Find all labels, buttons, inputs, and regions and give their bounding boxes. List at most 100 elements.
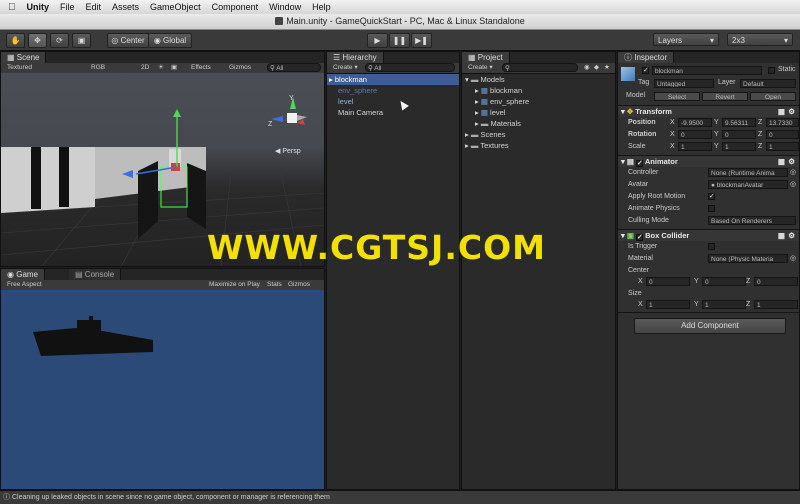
tab-inspector[interactable]: ⓘ Inspector (618, 52, 675, 63)
tab-console[interactable]: ▤ Console (69, 269, 122, 280)
scale-z-field[interactable]: 1 (766, 142, 799, 151)
scene-orientation-gizmo[interactable]: Y Z (267, 95, 311, 141)
help-book-icon[interactable]: ▦ (778, 156, 785, 167)
apple-icon[interactable]:  (8, 2, 16, 13)
tag-dropdown[interactable]: Untagged (654, 79, 714, 88)
hierarchy-item-env-sphere[interactable]: env_sphere (327, 85, 459, 96)
add-component-button[interactable]: Add Component (634, 318, 786, 334)
size-x-field[interactable]: 1 (646, 300, 690, 309)
aspect-dropdown[interactable]: Free Aspect (7, 280, 42, 290)
position-z-field[interactable]: 13.7330 (766, 118, 799, 127)
menu-file[interactable]: File (60, 2, 75, 12)
pivot-toggle[interactable]: ◎ Center (107, 33, 149, 48)
component-settings-gear-icon[interactable]: ⚙ (788, 106, 795, 117)
move-tool-button[interactable]: ✥ (28, 33, 47, 48)
size-y-field[interactable]: 1 (702, 300, 746, 309)
project-folder-models[interactable]: ▾ ▬ Models (462, 74, 615, 85)
lighting-toggle-icon[interactable]: ☀ (158, 63, 164, 73)
game-gizmos-dropdown[interactable]: Gizmos (288, 280, 310, 290)
center-z-field[interactable]: 0 (754, 277, 798, 286)
favorite-star-icon[interactable]: ★ (604, 63, 610, 73)
scale-tool-button[interactable]: ▣ (72, 33, 91, 48)
center-x-field[interactable]: 0 (646, 277, 690, 286)
center-y-field[interactable]: 0 (702, 277, 746, 286)
hierarchy-item-main-camera[interactable]: Main Camera (327, 107, 459, 118)
play-button[interactable]: ▶ (367, 33, 388, 48)
object-name-field[interactable]: blockman (652, 66, 762, 75)
animator-header[interactable]: ▾ ▤ ✓ Animator ▦ ⚙ (618, 155, 799, 167)
shading-mode-dropdown[interactable]: Textured (7, 63, 32, 73)
rotate-tool-button[interactable]: ⟳ (50, 33, 69, 48)
layers-dropdown[interactable]: Layers ▾ (653, 33, 719, 46)
help-book-icon[interactable]: ▦ (778, 230, 785, 241)
gizmos-dropdown[interactable]: Gizmos (229, 63, 251, 73)
step-button[interactable]: ▶❚ (411, 33, 432, 48)
animate-physics-checkbox[interactable] (708, 205, 715, 212)
filter-type-icon[interactable]: ◉ (584, 63, 590, 73)
filter-label-icon[interactable]: ◆ (594, 63, 599, 73)
layer-dropdown[interactable]: Default (740, 79, 796, 88)
audio-toggle-icon[interactable]: ▣ (171, 63, 177, 73)
culling-mode-dropdown[interactable]: Based On Renderers (708, 216, 796, 225)
tab-scene[interactable]: ▦ Scene (1, 52, 47, 63)
project-model-blockman[interactable]: ▸ ▦ blockman (462, 85, 615, 96)
space-toggle[interactable]: ◉ Global (148, 33, 192, 48)
avatar-field[interactable]: ● blockmanAvatar (708, 180, 788, 189)
menu-window[interactable]: Window (269, 2, 301, 12)
controller-field[interactable]: None (Runtime Anima (708, 168, 788, 177)
rotation-z-field[interactable]: 0 (766, 130, 799, 139)
menu-assets[interactable]: Assets (112, 2, 139, 12)
tab-hierarchy[interactable]: ☰ Hierarchy (327, 52, 384, 63)
object-picker-icon[interactable]: ◎ (790, 179, 796, 190)
menu-unity[interactable]: Unity (27, 2, 50, 12)
scale-x-field[interactable]: 1 (678, 142, 712, 151)
material-field[interactable]: None (Physic Materia (708, 254, 788, 263)
model-open-button[interactable]: Open (750, 92, 796, 101)
menu-component[interactable]: Component (212, 2, 259, 12)
hierarchy-create-dropdown[interactable]: Create ▾ (333, 63, 358, 73)
game-viewport[interactable] (1, 290, 324, 489)
rotation-x-field[interactable]: 0 (678, 130, 712, 139)
render-mode-dropdown[interactable]: RGB (91, 63, 105, 73)
component-settings-gear-icon[interactable]: ⚙ (788, 230, 795, 241)
project-folder-textures[interactable]: ▸ ▬ Textures (462, 140, 615, 151)
box-collider-enabled-checkbox[interactable]: ✓ (636, 234, 644, 241)
project-model-env-sphere[interactable]: ▸ ▦ env_sphere (462, 96, 615, 107)
rotation-y-field[interactable]: 0 (722, 130, 756, 139)
effects-dropdown[interactable]: Effects (191, 63, 211, 73)
tab-game[interactable]: ◉ Game (1, 269, 46, 280)
component-settings-gear-icon[interactable]: ⚙ (788, 156, 795, 167)
box-collider-header[interactable]: ▾ ▣ ✓ Box Collider ▦ ⚙ (618, 229, 799, 241)
project-folder-materials[interactable]: ▸ ▬ Materials (462, 118, 615, 129)
size-z-field[interactable]: 1 (754, 300, 798, 309)
maximize-toggle[interactable]: Maximize on Play (209, 280, 260, 290)
hierarchy-item-blockman[interactable]: ▸ blockman (327, 74, 459, 85)
object-picker-icon[interactable]: ◎ (790, 253, 796, 264)
scale-y-field[interactable]: 1 (722, 142, 756, 151)
project-search-input[interactable]: ⚲ (502, 63, 578, 72)
menu-edit[interactable]: Edit (86, 2, 102, 12)
layout-dropdown[interactable]: 2x3 ▾ (727, 33, 793, 46)
tab-project[interactable]: ▦ Project (462, 52, 510, 63)
menu-gameobject[interactable]: GameObject (150, 2, 201, 12)
projection-label[interactable]: ◀ Persp (275, 147, 301, 155)
help-book-icon[interactable]: ▦ (778, 106, 785, 117)
project-create-dropdown[interactable]: Create ▾ (468, 63, 493, 73)
2d-toggle[interactable]: 2D (141, 63, 149, 73)
scene-search-input[interactable]: ⚲ All (267, 63, 321, 72)
active-checkbox[interactable]: ✓ (642, 67, 649, 74)
position-x-field[interactable]: -9.9500 (678, 118, 712, 127)
project-model-level[interactable]: ▸ ▦ level (462, 107, 615, 118)
is-trigger-checkbox[interactable] (708, 243, 715, 250)
hand-tool-button[interactable]: ✋ (6, 33, 25, 48)
animator-enabled-checkbox[interactable]: ✓ (636, 160, 644, 167)
model-revert-button[interactable]: Revert (702, 92, 748, 101)
project-folder-scenes[interactable]: ▸ ▬ Scenes (462, 129, 615, 140)
hierarchy-search-input[interactable]: ⚲ All (365, 63, 455, 72)
position-y-field[interactable]: 9.56311 (722, 118, 756, 127)
stats-toggle[interactable]: Stats (267, 280, 282, 290)
transform-header[interactable]: ▾ ✥ Transform ▦ ⚙ (618, 105, 799, 117)
pause-button[interactable]: ❚❚ (389, 33, 410, 48)
apply-root-motion-checkbox[interactable]: ✓ (708, 193, 715, 200)
object-picker-icon[interactable]: ◎ (790, 167, 796, 178)
